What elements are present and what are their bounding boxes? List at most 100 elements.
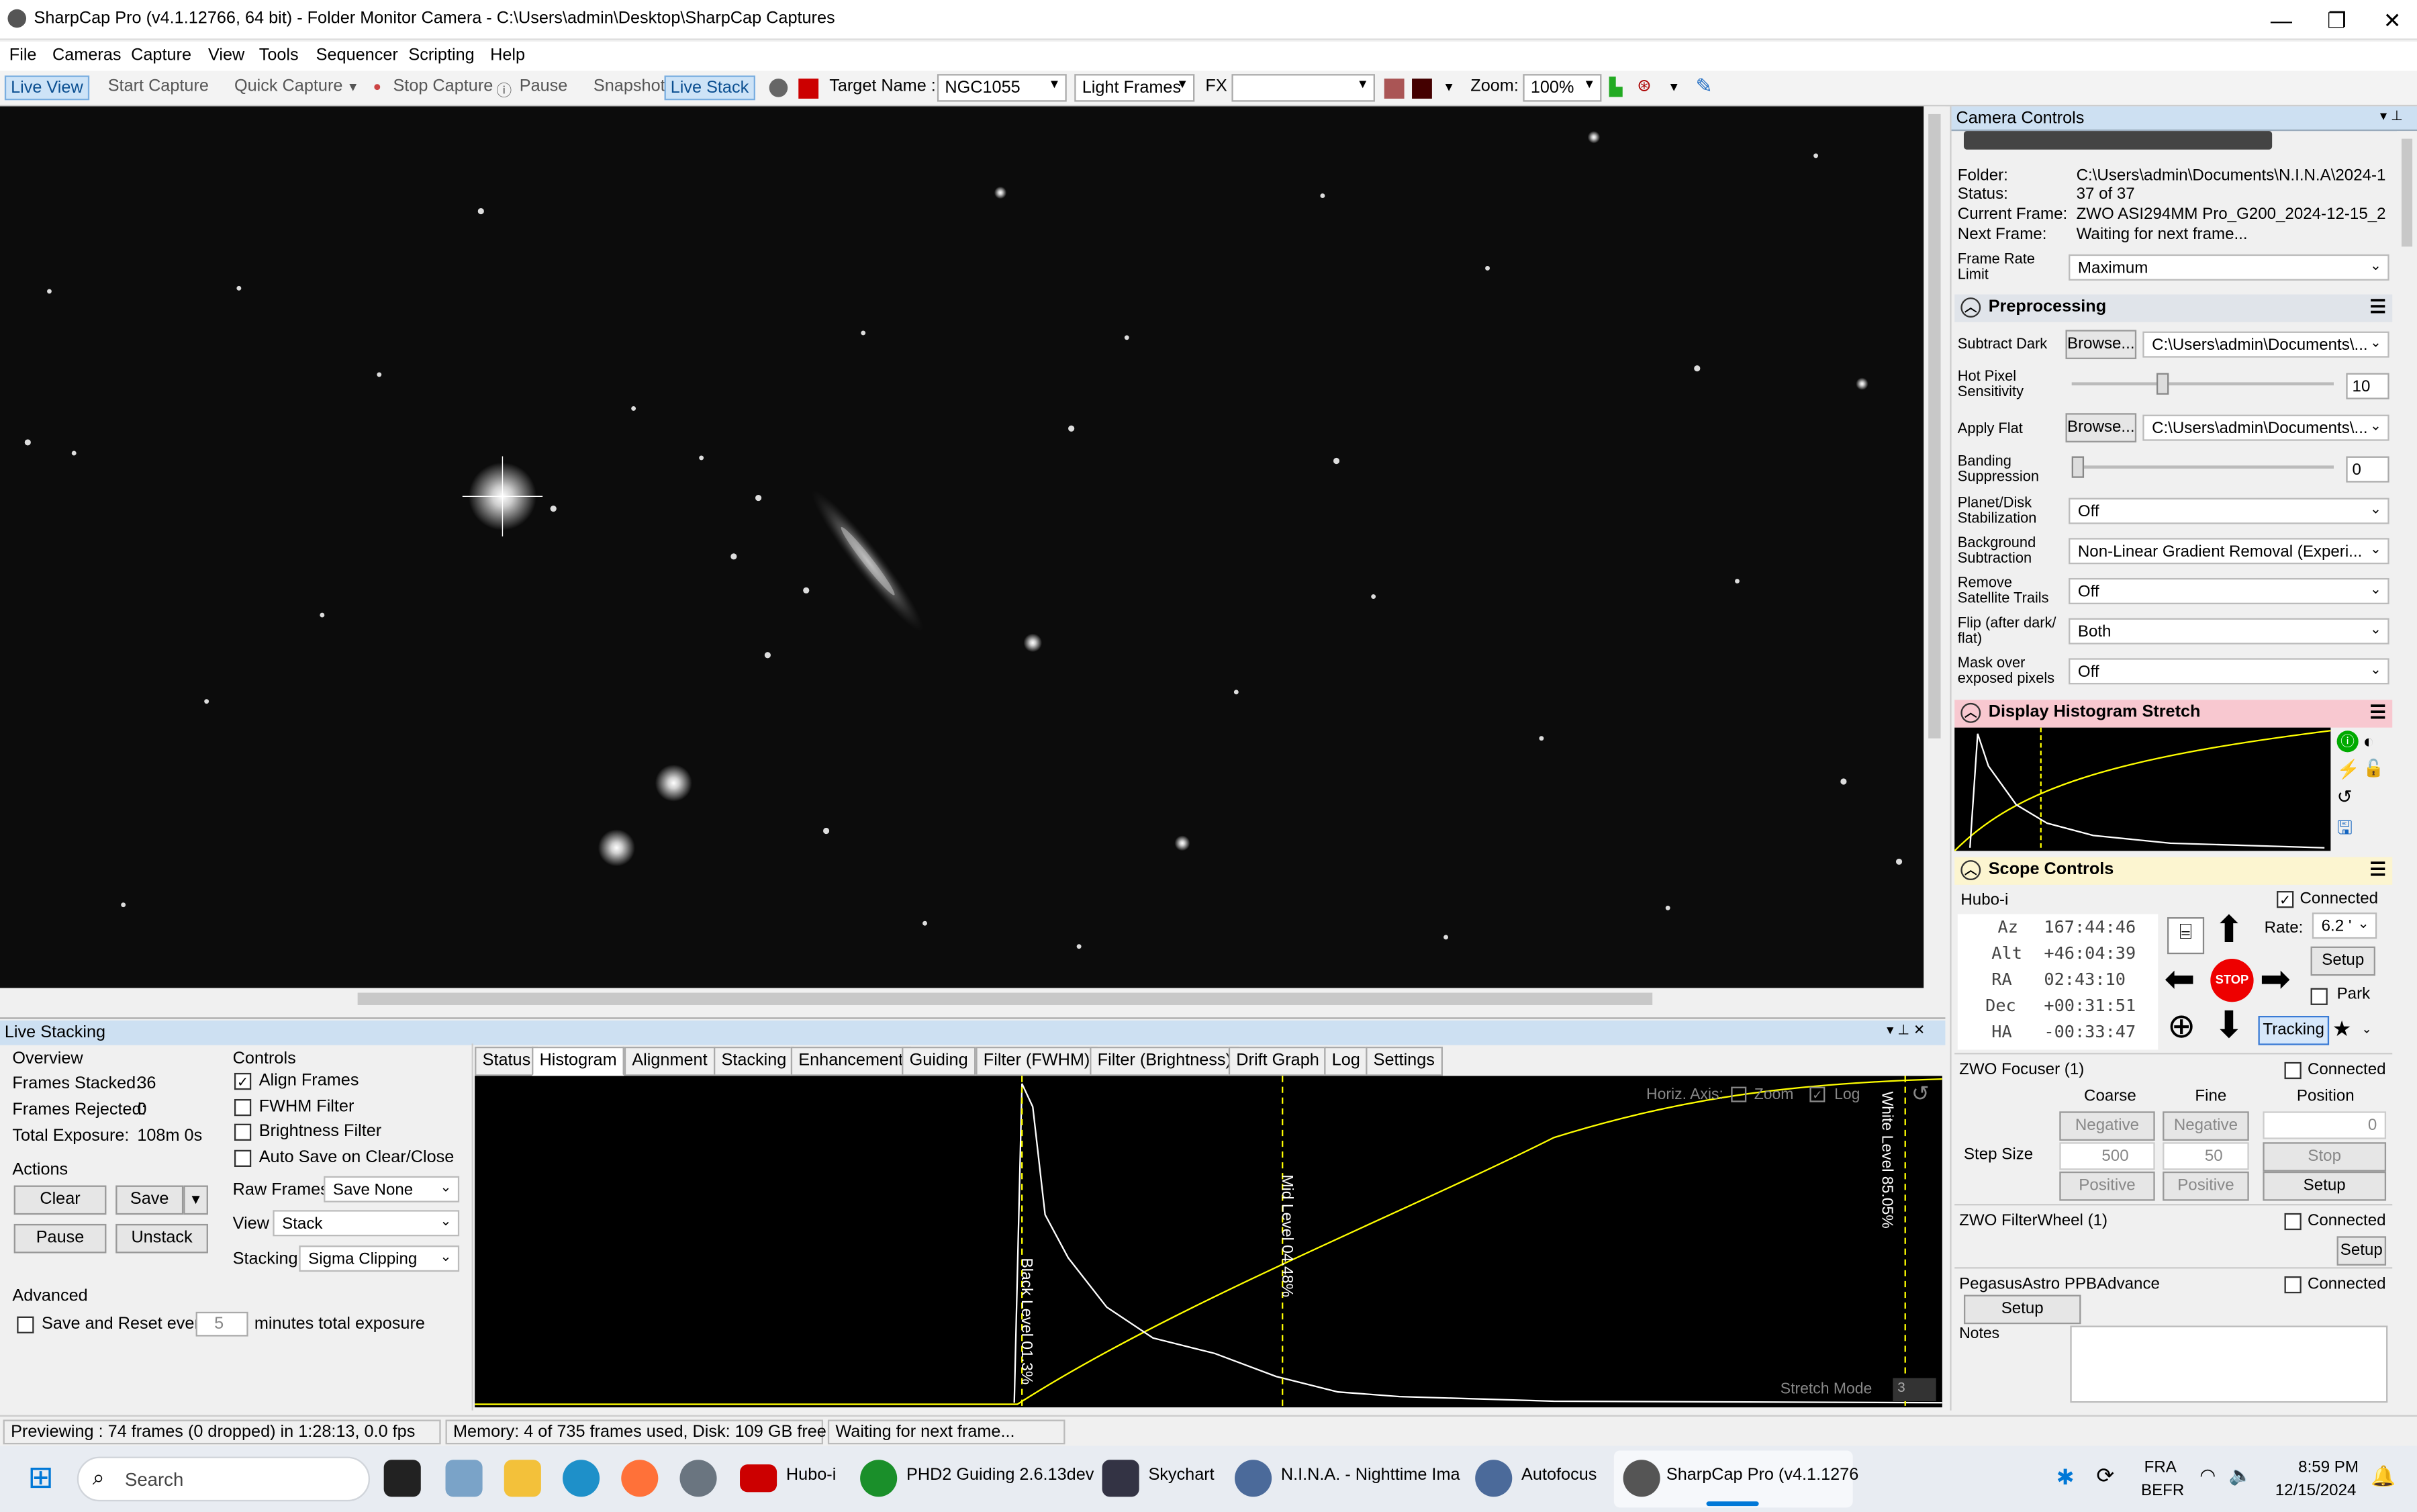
menu-file[interactable]: File xyxy=(9,46,37,65)
pause-button[interactable]: Pause xyxy=(520,77,568,96)
save-icon[interactable]: 🖫 xyxy=(2337,814,2353,846)
fx-select[interactable]: ▼ xyxy=(1231,74,1375,102)
filterwheel-connected-checkbox[interactable] xyxy=(2284,1213,2302,1231)
west-arrow-button[interactable]: ⬅ xyxy=(2164,961,2195,999)
clock-date[interactable]: 12/15/2024 xyxy=(2275,1481,2357,1500)
dark-path-select[interactable]: C:\Users\admin\Documents\... ⌄ xyxy=(2142,331,2389,358)
stretch-mode-spinner[interactable]: 3 xyxy=(1893,1378,1936,1401)
taskbar-hubo[interactable]: Hubo-i xyxy=(786,1466,836,1484)
tab-filter-brightness[interactable]: Filter (Brightness) xyxy=(1090,1046,1239,1076)
sync-icon[interactable]: ⟳ xyxy=(2096,1463,2114,1489)
south-arrow-button[interactable]: ⬇ xyxy=(2214,1007,2244,1045)
banding-slider[interactable] xyxy=(2071,456,2334,478)
unstack-button[interactable]: Unstack xyxy=(115,1223,208,1254)
focuser-stop-button[interactable]: Stop xyxy=(2263,1142,2387,1172)
clock-time[interactable]: 8:59 PM xyxy=(2298,1458,2359,1477)
pegasus-connected-checkbox[interactable] xyxy=(2284,1276,2302,1294)
menu-help[interactable]: Help xyxy=(490,46,525,65)
menu-capture[interactable]: Capture xyxy=(131,46,191,65)
bluetooth-icon[interactable]: ✱ xyxy=(2056,1464,2075,1491)
language-indicator[interactable]: FRA xyxy=(2144,1458,2177,1477)
banding-input[interactable]: 0 xyxy=(2346,456,2389,483)
taskbar-nina[interactable]: N.I.N.A. - Nighttime Ima xyxy=(1281,1466,1460,1484)
stack-histogram[interactable]: Black Level 01.3% Mid Level 04.48% White… xyxy=(475,1076,1942,1408)
coarse-negative-button[interactable]: Negative xyxy=(2059,1111,2155,1141)
start-capture-button[interactable]: Start Capture xyxy=(108,77,209,96)
image-stats-icon[interactable] xyxy=(798,79,819,99)
tab-log[interactable]: Log xyxy=(1324,1046,1368,1076)
target-icon[interactable]: ⊕ xyxy=(2167,1007,2195,1045)
clear-button[interactable]: Clear xyxy=(13,1185,107,1215)
focuser-connected-checkbox[interactable] xyxy=(2284,1061,2302,1080)
save-dropdown-button[interactable]: ▼ xyxy=(183,1185,208,1215)
preprocessing-header[interactable]: ︿ Preprocessing ☰ xyxy=(1954,294,2393,322)
position-input[interactable]: 0 xyxy=(2263,1111,2387,1139)
menu-cameras[interactable]: Cameras xyxy=(52,46,121,65)
star-icon[interactable]: ★ xyxy=(2332,1016,2352,1042)
reticle-icon[interactable] xyxy=(769,79,788,97)
chevron-down-icon[interactable]: ▼ xyxy=(1668,80,1680,94)
tab-filter-fwhm[interactable]: Filter (FWHM) xyxy=(976,1046,1098,1076)
fwhm-filter-checkbox[interactable] xyxy=(234,1098,252,1117)
stop-capture-button[interactable]: Stop Capture xyxy=(393,77,493,96)
park-checkbox[interactable] xyxy=(2310,988,2328,1005)
live-view-button[interactable]: Live View xyxy=(4,75,89,101)
browse-flat-button[interactable]: Browse... xyxy=(2065,413,2137,442)
tab-alignment[interactable]: Alignment xyxy=(624,1046,716,1076)
chevron-down-icon[interactable]: ▼ xyxy=(1443,80,1455,94)
stacking-select[interactable]: Sigma Clipping ⌄ xyxy=(299,1245,460,1272)
locale-indicator[interactable]: BEFR xyxy=(2141,1481,2184,1500)
zoom-checkbox[interactable] xyxy=(1731,1086,1747,1102)
contrast-icon[interactable]: ◐ xyxy=(2363,730,2375,752)
tab-enhancement[interactable]: Enhancement xyxy=(790,1046,911,1076)
hot-pixel-input[interactable]: 10 xyxy=(2346,373,2389,399)
menu-tools[interactable]: Tools xyxy=(259,46,299,65)
flat-path-select[interactable]: C:\Users\admin\Documents\... ⌄ xyxy=(2142,414,2389,441)
scope-connected-checkbox[interactable]: ✓ xyxy=(2277,891,2294,908)
snapshot-button[interactable]: Snapshot xyxy=(594,77,665,96)
lightning-icon[interactable]: ⚡ xyxy=(2337,759,2360,780)
flip-select[interactable]: Both ⌄ xyxy=(2069,618,2389,645)
record-icon[interactable] xyxy=(1384,79,1405,99)
panel-pin-icon[interactable]: ▾ ⊥ ✕ xyxy=(1887,1022,1925,1039)
quick-capture-button[interactable]: Quick Capture xyxy=(234,77,342,96)
phd2-icon[interactable] xyxy=(860,1460,898,1497)
windows-start-icon[interactable]: ⊞ xyxy=(28,1463,53,1494)
tracking-button[interactable]: Tracking xyxy=(2258,1015,2330,1045)
zoom-select[interactable]: 100% ▼ xyxy=(1523,74,1602,102)
power-icon[interactable]: ⓘ xyxy=(2336,730,2359,753)
taskbar-phd2[interactable]: PHD2 Guiding 2.6.13dev xyxy=(906,1466,1094,1484)
scope-controls-header[interactable]: ︿ Scope Controls ☰ xyxy=(1954,857,2393,885)
menu-view[interactable]: View xyxy=(208,46,244,65)
live-stack-button[interactable]: Live Stack xyxy=(664,75,755,101)
taskbar-skychart[interactable]: Skychart xyxy=(1148,1466,1214,1484)
scope-setup-button[interactable]: Setup xyxy=(2310,946,2375,976)
frame-rate-select[interactable]: Maximum ⌄ xyxy=(2069,254,2389,281)
crosshair-icon[interactable] xyxy=(1412,79,1432,99)
save-reset-minutes-input[interactable]: 5 xyxy=(195,1311,248,1337)
satellite-select[interactable]: Off ⌄ xyxy=(2069,577,2389,604)
tab-settings[interactable]: Settings xyxy=(1366,1046,1443,1076)
taskbar-search[interactable]: ⌕ Search xyxy=(77,1456,371,1502)
edge-icon[interactable] xyxy=(563,1460,600,1497)
maximize-button[interactable]: ❐ xyxy=(2309,5,2365,36)
background-select[interactable]: Non-Linear Gradient Removal (Experi... ⌄ xyxy=(2069,538,2389,565)
tab-status[interactable]: Status xyxy=(475,1046,538,1076)
browse-dark-button[interactable]: Browse... xyxy=(2065,330,2137,359)
rate-select[interactable]: 6.2 ' ⌄ xyxy=(2312,912,2377,939)
fine-step-input[interactable]: 50 xyxy=(2163,1142,2249,1170)
nina-icon[interactable] xyxy=(1235,1460,1272,1497)
pin-icon[interactable]: ▾ ⊥ xyxy=(2380,108,2403,125)
chevron-down-icon[interactable]: ⌄ xyxy=(2361,1022,2371,1036)
frame-type-select[interactable]: Light Frames ▼ xyxy=(1074,74,1195,102)
photos-icon[interactable] xyxy=(445,1460,483,1497)
east-arrow-button[interactable]: ➡ xyxy=(2260,961,2291,999)
save-button[interactable]: Save xyxy=(115,1185,184,1215)
lock-icon[interactable]: 🔓 xyxy=(2363,759,2384,779)
planet-select[interactable]: Off ⌄ xyxy=(2069,498,2389,524)
settings-gear-icon[interactable] xyxy=(679,1460,717,1497)
tab-drift-graph[interactable]: Drift Graph xyxy=(1228,1046,1327,1076)
minimize-button[interactable]: — xyxy=(2254,5,2310,36)
reset-icon[interactable]: ↺ xyxy=(1911,1080,1930,1106)
menu-scripting[interactable]: Scripting xyxy=(408,46,474,65)
